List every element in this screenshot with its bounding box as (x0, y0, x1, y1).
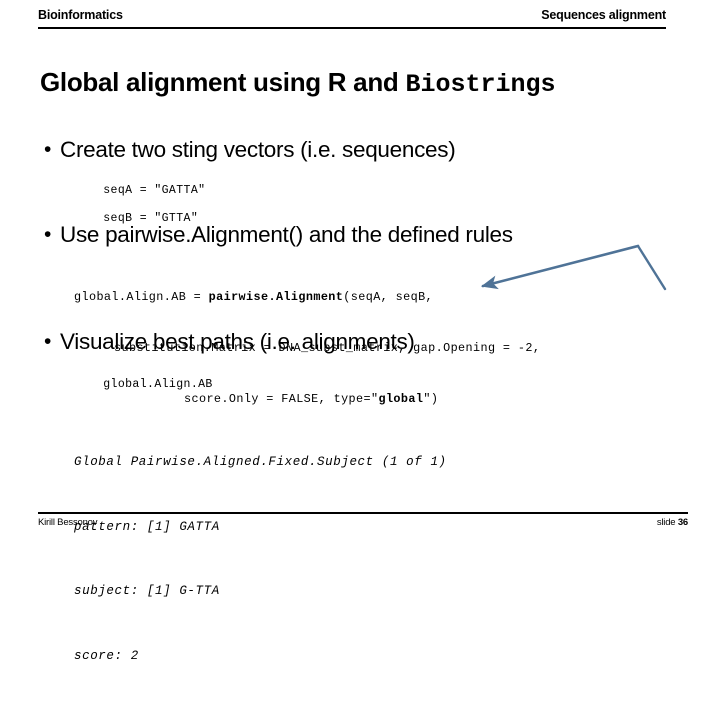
page-title: Global alignment using R and Biostrings (40, 66, 690, 101)
footer-divider-line (38, 512, 688, 514)
code-block-global-align-var: global.Align.AB (74, 364, 213, 406)
bullet-marker-icon: • (44, 138, 52, 161)
code-token-assign: global.Align.AB = (74, 290, 209, 304)
output-line-header: Global Pairwise.Aligned.Fixed.Subject (1… (74, 455, 447, 469)
bullet-item-2: • Use pairwise.Alignment() and the defin… (40, 221, 700, 249)
header-course-title: Bioinformatics (38, 8, 123, 22)
code-token-scoreonly: score.Only = FALSE, type=" (184, 392, 379, 406)
footer-slide-number: slide 36 (657, 517, 688, 529)
footer-author: Kirill Bessonov (38, 517, 98, 528)
slide-footer: Kirill Bessonov slide 36 (38, 512, 688, 536)
code-token-call-end: ") (423, 392, 439, 406)
code-token-global: global (378, 392, 424, 406)
code-token-function-name: pairwise.Alignment (208, 290, 344, 304)
bullet-label-2: Use pairwise.Alignment() and the defined… (60, 222, 513, 247)
footer-slide-label: slide (656, 517, 678, 528)
output-line-score: score: 2 (74, 648, 139, 663)
output-line-subject: subject: [1] G-TTA (74, 584, 220, 598)
slide-header: Bioinformatics Sequences alignment (38, 8, 666, 32)
page-title-prefix: Global alignment using R and (40, 67, 406, 97)
footer-slide-value: 36 (677, 517, 688, 528)
bullet-item-3: • Visualize best paths (i.e. alignments) (40, 328, 700, 356)
code-line-globalalignab: global.Align.AB (103, 378, 213, 391)
console-output-block: Global Pairwise.Aligned.Fixed.Subject (1… (74, 409, 447, 710)
bullet-marker-icon: • (44, 330, 52, 353)
header-topic-title: Sequences alignment (541, 8, 666, 22)
code-line-call-start: global.Align.AB = pairwise.Alignment(seq… (74, 289, 674, 306)
page-title-package: Biostrings (405, 70, 556, 99)
header-divider-line (38, 27, 666, 29)
bullet-label-1: Create two sting vectors (i.e. sequences… (60, 137, 456, 162)
bullet-item-1: • Create two sting vectors (i.e. sequenc… (40, 136, 700, 164)
bullet-label-3: Visualize best paths (i.e. alignments) (60, 329, 415, 354)
code-line-seqa: seqA = "GATTA" (103, 184, 206, 197)
bullet-marker-icon: • (44, 223, 52, 246)
code-token-args-start: (seqA, seqB, (343, 290, 434, 304)
slide-canvas: Bioinformatics Sequences alignment Globa… (0, 0, 720, 663)
